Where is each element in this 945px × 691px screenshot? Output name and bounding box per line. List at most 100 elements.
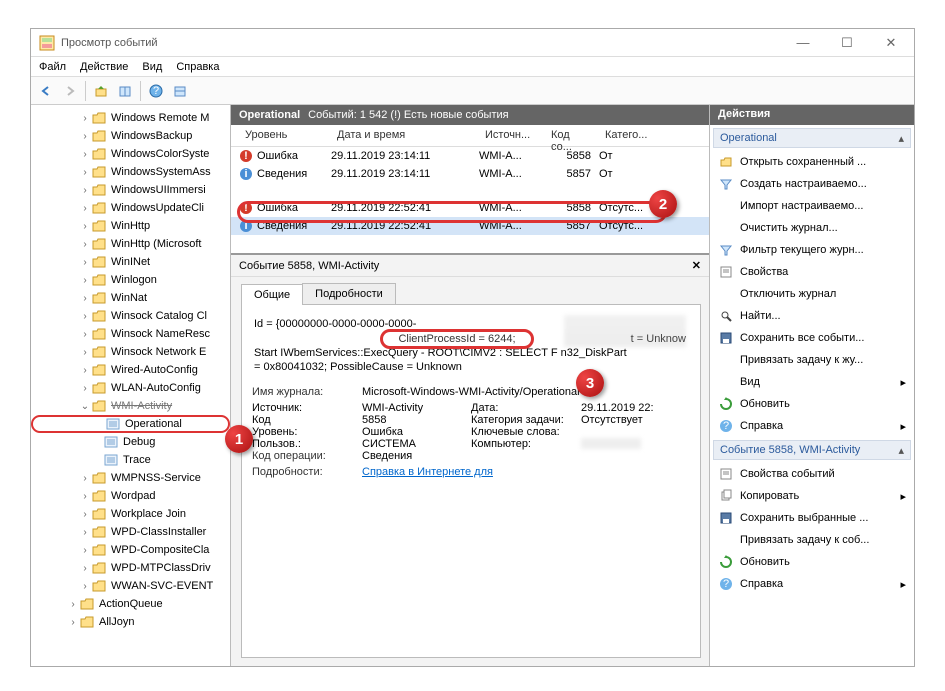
event-row[interactable]: iСведения29.11.2019 22:52:41WMI-A...5857… [231, 217, 709, 235]
action-item[interactable]: Импорт настраиваемо... [710, 195, 914, 217]
tree-node[interactable]: ›Winsock Catalog Cl [31, 307, 230, 325]
action-item[interactable]: Обновить [710, 393, 914, 415]
tree-node[interactable]: ›Winsock NameResc [31, 325, 230, 343]
tree-node[interactable]: ›WPD-MTPClassDriv [31, 559, 230, 577]
tree-node[interactable]: Operational [31, 415, 230, 433]
back-button[interactable] [35, 80, 57, 102]
annotation-badge-3: 3 [576, 369, 604, 397]
annotation-badge-2: 2 [649, 190, 677, 218]
tree-node[interactable]: ›Windows Remote M [31, 109, 230, 127]
action-item[interactable]: Очистить журнал... [710, 217, 914, 239]
tree-node[interactable]: ›Workplace Join [31, 505, 230, 523]
online-help-link[interactable]: Справка в Интернете для [362, 466, 493, 478]
tree-node[interactable]: ›WinINet [31, 253, 230, 271]
tree-node[interactable]: ›WinNat [31, 289, 230, 307]
forward-button[interactable] [59, 80, 81, 102]
up-button[interactable] [90, 80, 112, 102]
svg-text:i: i [244, 220, 247, 232]
action-item[interactable]: Свойства [710, 261, 914, 283]
tree-node[interactable]: ›WinHttp [31, 217, 230, 235]
tree-node[interactable]: ›WPD-CompositeCla [31, 541, 230, 559]
tree-node[interactable]: ›WindowsUIImmersi [31, 181, 230, 199]
center-pane: Operational Событий: 1 542 (!) Есть новы… [231, 105, 710, 666]
action-item[interactable]: Найти... [710, 305, 914, 327]
tab-details[interactable]: Подробности [302, 283, 396, 304]
menu-file[interactable]: Файл [39, 61, 66, 73]
action-item[interactable]: Свойства событий [710, 463, 914, 485]
action-item[interactable]: ?Справка▸ [710, 573, 914, 595]
actions-pane: Действия Operational▴ Открыть сохраненны… [710, 105, 914, 666]
action-item[interactable]: Обновить [710, 551, 914, 573]
event-row[interactable]: !Ошибка29.11.2019 22:52:41WMI-A...5858От… [231, 199, 709, 217]
tree-node[interactable]: ›Winsock Network E [31, 343, 230, 361]
action-item[interactable]: Фильтр текущего журн... [710, 239, 914, 261]
tree-node[interactable]: ›ActionQueue [31, 595, 230, 613]
tree-node[interactable]: Debug [31, 433, 230, 451]
action-item[interactable]: Привязать задачу к соб... [710, 529, 914, 551]
svg-text:!: ! [244, 150, 248, 162]
actions-section-operational[interactable]: Operational▴ [713, 128, 911, 148]
tree-node[interactable]: ›AllJoyn [31, 613, 230, 631]
event-grid[interactable]: Уровень Дата и время Источн... Код со...… [231, 125, 709, 255]
annotation-badge-1: 1 [225, 425, 253, 453]
action-item[interactable]: Копировать▸ [710, 485, 914, 507]
tree-node[interactable]: ›WMPNSS-Service [31, 469, 230, 487]
action-item[interactable]: Открыть сохраненный ... [710, 151, 914, 173]
actions-section-event[interactable]: Событие 5858, WMI-Activity▴ [713, 440, 911, 460]
tree-node[interactable]: ›WPD-ClassInstaller [31, 523, 230, 541]
action-item[interactable]: Отключить журнал [710, 283, 914, 305]
tree-node[interactable]: ›WindowsUpdateCli [31, 199, 230, 217]
event-viewer-window: Просмотр событий — ☐ ✕ Файл Действие Вид… [30, 28, 915, 667]
tab-general[interactable]: Общие [241, 284, 303, 305]
col-code[interactable]: Код со... [545, 125, 599, 146]
tree-node[interactable]: ›WWAN-SVC-EVENT [31, 577, 230, 595]
tree-node[interactable]: ›WindowsColorSyste [31, 145, 230, 163]
tree-node[interactable]: ›WindowsBackup [31, 127, 230, 145]
action-item[interactable]: ?Справка▸ [710, 415, 914, 437]
event-row[interactable]: !Ошибка29.11.2019 23:14:11WMI-A...5858От [231, 147, 709, 165]
tree-node[interactable]: ›Wordpad [31, 487, 230, 505]
titlebar: Просмотр событий — ☐ ✕ [31, 29, 914, 57]
svg-text:!: ! [244, 202, 248, 214]
action-item[interactable]: Сохранить выбранные ... [710, 507, 914, 529]
menubar: Файл Действие Вид Справка [31, 57, 914, 77]
panel-button[interactable] [114, 80, 136, 102]
tree-node[interactable]: ›WindowsSystemAss [31, 163, 230, 181]
tree-node[interactable]: ›WLAN-AutoConfig [31, 379, 230, 397]
action-item[interactable]: Привязать задачу к жу... [710, 349, 914, 371]
svg-text:?: ? [153, 85, 159, 97]
action-item[interactable]: Сохранить все событи... [710, 327, 914, 349]
tree-node[interactable]: Trace [31, 451, 230, 469]
tree-node[interactable]: ⌄WMI-Activity [31, 397, 230, 415]
help-button[interactable]: ? [145, 80, 167, 102]
detail-title: Событие 5858, WMI-Activity [239, 260, 379, 272]
col-category[interactable]: Катего... [599, 125, 661, 146]
window-title: Просмотр событий [61, 37, 788, 49]
col-source[interactable]: Источн... [479, 125, 545, 146]
svg-text:?: ? [723, 578, 729, 590]
maximize-button[interactable]: ☐ [832, 33, 862, 53]
detail-close-icon[interactable]: ✕ [692, 259, 701, 272]
close-button[interactable]: ✕ [876, 33, 906, 53]
event-row[interactable]: iСведения29.11.2019 23:14:11WMI-A...5857… [231, 165, 709, 183]
tree-node[interactable]: ›WinHttp (Microsoft [31, 235, 230, 253]
col-datetime[interactable]: Дата и время [331, 125, 479, 146]
log-header: Operational Событий: 1 542 (!) Есть новы… [231, 105, 709, 125]
tree-node[interactable]: ›Wired-AutoConfig [31, 361, 230, 379]
svg-text:i: i [244, 168, 247, 180]
menu-help[interactable]: Справка [176, 61, 219, 73]
svg-text:?: ? [723, 420, 729, 432]
actions-title: Действия [710, 105, 914, 125]
app-icon [39, 35, 55, 51]
col-level[interactable]: Уровень [239, 125, 331, 146]
menu-action[interactable]: Действие [80, 61, 128, 73]
tree-node[interactable]: ›Winlogon [31, 271, 230, 289]
action-item[interactable]: Создать настраиваемо... [710, 173, 914, 195]
tree-pane[interactable]: ›Windows Remote M›WindowsBackup›WindowsC… [31, 105, 231, 666]
menu-view[interactable]: Вид [142, 61, 162, 73]
minimize-button[interactable]: — [788, 33, 818, 53]
toolbar: ? [31, 77, 914, 105]
grid-header: Уровень Дата и время Источн... Код со...… [231, 125, 709, 147]
action-item[interactable]: Вид▸ [710, 371, 914, 393]
panel2-button[interactable] [169, 80, 191, 102]
